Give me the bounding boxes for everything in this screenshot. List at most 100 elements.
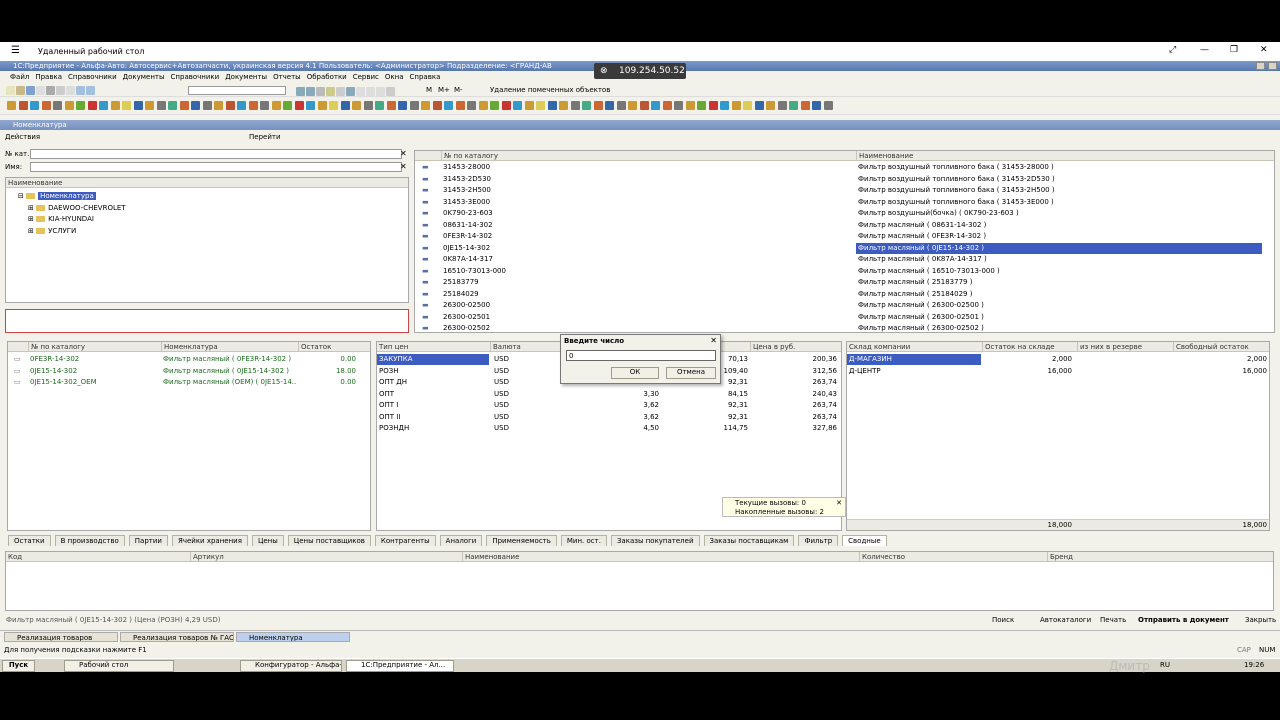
price-row[interactable]: ОПТ I USD 3,62 92,31 263,74 xyxy=(377,400,841,412)
toolbar-icon[interactable] xyxy=(444,101,453,110)
toolbar-icon[interactable] xyxy=(53,101,62,110)
toolbar-icon[interactable] xyxy=(340,101,350,110)
toolbar-icon[interactable] xyxy=(662,101,672,110)
menu-item[interactable]: Правка xyxy=(35,73,62,81)
catalog-row[interactable]: ▬ 31453-2D530 Фильтр воздушный топливного … xyxy=(415,174,1274,186)
menu-item[interactable]: Файл xyxy=(10,73,29,81)
menu-item[interactable]: Документы xyxy=(225,73,267,81)
close-button[interactable]: Закрыть xyxy=(1245,616,1276,624)
clear-name-icon[interactable]: ✕ xyxy=(400,162,407,171)
catalog-row[interactable]: ▬ 08631-14-302 Фильтр масляный ( 08631-14-… xyxy=(415,220,1274,232)
catalog-row[interactable]: ▬ 25183779 Фильтр масляный ( 25183779 ) xyxy=(415,277,1274,289)
tab[interactable]: Остатки xyxy=(8,535,51,546)
menu-item[interactable]: Обработки xyxy=(307,73,347,81)
actions-menu[interactable]: Действия xyxy=(5,133,40,141)
menu-item[interactable]: Окна xyxy=(385,73,404,81)
memory-m[interactable]: M xyxy=(426,86,432,94)
analog-row[interactable]: ▭ 0JE15-14-302_OEM Фильтр масляный (OEM) (… xyxy=(8,377,370,389)
tree-node[interactable]: ⊟ Номенклатура xyxy=(18,192,126,204)
toolbar-icon[interactable] xyxy=(547,101,557,110)
toolbar-icon[interactable] xyxy=(536,101,545,110)
toolbar-icon[interactable] xyxy=(467,101,476,110)
toolbar-icon[interactable] xyxy=(685,101,695,110)
tab[interactable]: Фильтр xyxy=(798,535,839,546)
toolbar-icon[interactable] xyxy=(570,101,580,110)
toolbar-icon[interactable] xyxy=(432,101,442,110)
toolbar-icon[interactable] xyxy=(766,101,775,110)
catalog-row[interactable]: ▬ 31453-2H500 Фильтр воздушный топливного … xyxy=(415,185,1274,197)
tab[interactable]: Партии xyxy=(128,535,168,546)
toolbar-icon[interactable] xyxy=(478,101,488,110)
window-tab[interactable]: Реализация товаров xyxy=(4,632,118,642)
toolbar-icon[interactable] xyxy=(156,101,166,110)
toolbar-icon[interactable] xyxy=(237,101,246,110)
menu-item[interactable]: Сервис xyxy=(353,73,379,81)
minimize-icon[interactable]: — xyxy=(1200,45,1209,55)
tab[interactable]: Мин. ост. xyxy=(560,535,607,546)
print-button[interactable]: Печать xyxy=(1100,616,1126,624)
menu-item[interactable]: Справочники xyxy=(68,73,117,81)
toolbar-icon[interactable] xyxy=(99,101,108,110)
expand-icon[interactable]: ⊞ xyxy=(28,215,36,223)
toolbar-icon[interactable] xyxy=(616,101,626,110)
tab[interactable]: Цены поставщиков xyxy=(287,535,371,546)
memory-minus[interactable]: M- xyxy=(454,86,463,94)
toolbar-icon[interactable] xyxy=(789,101,798,110)
close-icon[interactable]: ✕ xyxy=(1260,45,1268,55)
toolbar-icon[interactable] xyxy=(375,101,384,110)
toolbar-icon[interactable] xyxy=(754,101,764,110)
toolbar-icon[interactable] xyxy=(639,101,649,110)
toolbar-icon[interactable] xyxy=(248,101,258,110)
toolbar-icon[interactable] xyxy=(76,101,85,110)
catalog-row[interactable]: ▬ 31453-3E000 Фильтр воздушный топливного … xyxy=(415,197,1274,209)
toolbar-icon[interactable] xyxy=(191,101,200,110)
restore-window-icon[interactable] xyxy=(1256,62,1265,70)
toolbar-icon[interactable] xyxy=(110,101,120,110)
number-input[interactable]: 0 xyxy=(566,350,716,361)
tree-node[interactable]: ⊞ KIA-HYUNDAI xyxy=(18,215,126,227)
tab[interactable]: Применяемость xyxy=(486,535,557,546)
tab[interactable]: Сводные xyxy=(842,535,887,546)
search-combo[interactable] xyxy=(188,86,286,95)
toolbar-icon[interactable] xyxy=(306,101,315,110)
toolbar-icon[interactable] xyxy=(363,101,373,110)
tab[interactable]: Цены xyxy=(251,535,284,546)
toolbar-icon[interactable] xyxy=(271,101,281,110)
dialog-close-icon[interactable]: ✕ xyxy=(710,336,717,345)
window-tab[interactable]: Номенклатура xyxy=(236,632,350,642)
menu-item[interactable]: Отчеты xyxy=(273,73,301,81)
menu-item[interactable]: Документы xyxy=(123,73,165,81)
toolbar-icon[interactable] xyxy=(179,101,189,110)
toolbar-icon[interactable] xyxy=(421,101,430,110)
toolbar-icon[interactable] xyxy=(501,101,511,110)
send-to-document-button[interactable]: Отправить в документ xyxy=(1138,616,1229,624)
toolbar-icon[interactable] xyxy=(18,101,28,110)
toolbar-icon[interactable] xyxy=(524,101,534,110)
taskbar-item[interactable]: 1С:Предприятие - Ал... xyxy=(346,660,454,672)
toolbar-icon[interactable] xyxy=(283,101,292,110)
toolbar-icon[interactable] xyxy=(225,101,235,110)
catalog-row[interactable]: ▬ 0K87A-14-317 Фильтр масляный ( 0K87A-14-… xyxy=(415,254,1274,266)
toolbar-icon[interactable] xyxy=(651,101,660,110)
expand-icon[interactable]: ⊞ xyxy=(28,227,36,235)
toolbar-icon[interactable] xyxy=(731,101,741,110)
tree-node[interactable]: ⊞ DAEWOO-CHEVROLET xyxy=(18,204,126,216)
analog-row[interactable]: ▭ 0FE3R-14-302 Фильтр масляный ( 0FE3R-14-… xyxy=(8,354,370,366)
toolbar-icon[interactable] xyxy=(329,101,338,110)
toolbar-icon[interactable] xyxy=(168,101,177,110)
catalog-row[interactable]: ▬ 16510-73013-000 Фильтр масляный ( 16510-… xyxy=(415,266,1274,278)
toolbar-icon[interactable] xyxy=(674,101,683,110)
window-tab[interactable]: Реализация товаров № ГАО... xyxy=(120,632,234,642)
catalog-row[interactable]: ▬ 26300-02500 Фильтр масляный ( 26300-0250… xyxy=(415,300,1274,312)
toolbar-icon[interactable] xyxy=(605,101,614,110)
toolbar-icon[interactable] xyxy=(133,101,143,110)
ok-button[interactable]: ОК xyxy=(611,367,659,379)
toolbar-icon[interactable] xyxy=(386,101,396,110)
toolbar-icon[interactable] xyxy=(352,101,361,110)
language-indicator[interactable]: RU xyxy=(1160,661,1170,669)
price-row[interactable]: РОЗНДН USD 4,50 114,75 327,86 xyxy=(377,423,841,435)
catalog-row[interactable]: ▬ 25184029 Фильтр масляный ( 25184029 ) xyxy=(415,289,1274,301)
restore-icon[interactable]: ❐ xyxy=(1230,45,1238,55)
go-button[interactable]: Перейти xyxy=(249,131,281,143)
toolbar-icon[interactable] xyxy=(697,101,706,110)
